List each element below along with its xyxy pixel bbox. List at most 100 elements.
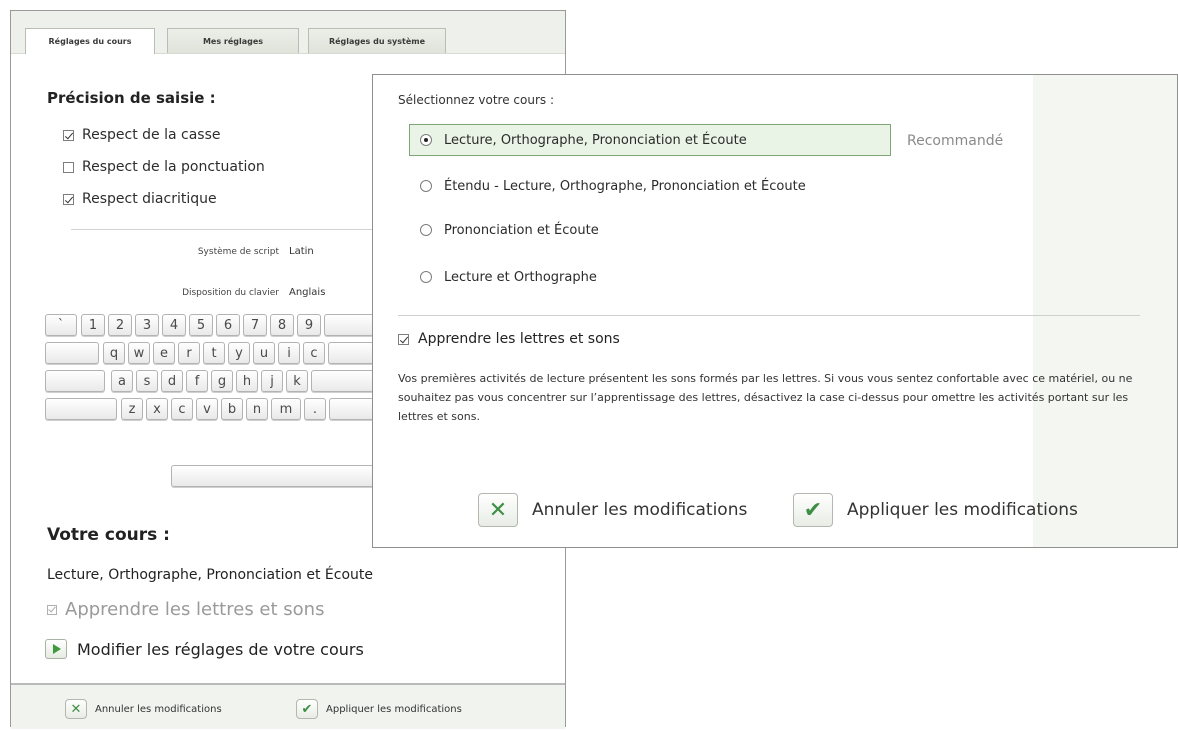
key[interactable]: 7 xyxy=(243,314,267,336)
recommended-badge: Recommandé xyxy=(907,133,1004,149)
key[interactable]: f xyxy=(186,370,208,392)
select-course-title: Sélectionnez votre cours : xyxy=(398,93,555,107)
option-punctuation[interactable]: Respect de la ponctuation xyxy=(63,157,265,177)
key[interactable]: r xyxy=(178,342,200,364)
back-footer: ✕ Annuler les modifications ✔ Appliquer … xyxy=(11,683,565,729)
option-punctuation-label: Respect de la ponctuation xyxy=(82,159,265,175)
modify-course-button[interactable]: Modifier les réglages de votre cours xyxy=(45,639,364,659)
checkmark-icon: ✔ xyxy=(793,493,833,527)
x-icon: ✕ xyxy=(65,699,87,719)
key[interactable]: t xyxy=(203,342,225,364)
apply-label: Appliquer les modifications xyxy=(326,703,462,715)
option-case[interactable]: Respect de la casse xyxy=(63,125,221,145)
modify-course-label: Modifier les réglages de votre cours xyxy=(77,639,364,659)
check-icon xyxy=(47,604,57,615)
key[interactable] xyxy=(329,398,374,420)
key[interactable]: g xyxy=(211,370,233,392)
option-diacritic-label: Respect diacritique xyxy=(82,191,217,207)
course-option-1[interactable]: Lecture, Orthographe, Prononciation et É… xyxy=(409,124,891,156)
course-option-label: Étendu - Lecture, Orthographe, Prononcia… xyxy=(444,178,806,194)
learn-letters-label: Apprendre les lettres et sons xyxy=(418,331,620,347)
key[interactable]: a xyxy=(111,370,133,392)
key[interactable]: z xyxy=(121,398,143,420)
key[interactable]: x xyxy=(146,398,168,420)
keyboard-layout-value[interactable]: Anglais xyxy=(289,287,325,298)
script-system-label: Système de script xyxy=(197,247,279,257)
key[interactable]: 2 xyxy=(108,314,132,336)
precision-title: Précision de saisie : xyxy=(47,89,216,107)
key[interactable] xyxy=(328,342,374,364)
cancel-label: Annuler les modifications xyxy=(532,500,748,520)
key[interactable]: j xyxy=(261,370,283,392)
key[interactable]: k xyxy=(286,370,308,392)
course-option-label: Lecture, Orthographe, Prononciation et É… xyxy=(444,132,747,148)
option-case-label: Respect de la casse xyxy=(82,127,221,143)
apply-button[interactable]: ✔ Appliquer les modifications xyxy=(793,493,1078,527)
key[interactable]: c xyxy=(171,398,193,420)
key[interactable]: q xyxy=(103,342,125,364)
key[interactable]: m xyxy=(271,398,301,420)
radio-icon[interactable] xyxy=(420,134,432,146)
key[interactable]: y xyxy=(228,342,250,364)
key[interactable]: d xyxy=(161,370,183,392)
key[interactable]: w xyxy=(128,342,150,364)
radio-icon[interactable] xyxy=(420,224,432,236)
divider xyxy=(71,229,391,230)
tab-my-settings[interactable]: Mes réglages xyxy=(167,28,299,53)
key[interactable]: h xyxy=(236,370,258,392)
current-course-name: Lecture, Orthographe, Prononciation et É… xyxy=(47,567,373,583)
your-course-title: Votre cours : xyxy=(47,525,170,545)
key[interactable] xyxy=(311,370,374,392)
background-panel xyxy=(1033,75,1177,547)
key[interactable]: s xyxy=(136,370,158,392)
script-system-value[interactable]: Latin xyxy=(289,246,314,257)
tab-course-settings[interactable]: Réglages du cours xyxy=(25,28,155,54)
checkmark-icon: ✔ xyxy=(296,699,318,719)
keyboard-layout-label: Disposition du clavier xyxy=(182,288,279,298)
key[interactable]: 9 xyxy=(297,314,321,336)
key[interactable]: n xyxy=(246,398,268,420)
radio-icon[interactable] xyxy=(420,180,432,192)
learn-letters-option[interactable]: Apprendre les lettres et sons xyxy=(398,331,620,347)
option-diacritic[interactable]: Respect diacritique xyxy=(63,189,217,209)
key[interactable]: 1 xyxy=(81,314,105,336)
check-icon[interactable] xyxy=(63,193,74,205)
key[interactable]: . xyxy=(304,398,326,420)
key[interactable]: 6 xyxy=(216,314,240,336)
key[interactable]: u xyxy=(253,342,275,364)
key[interactable]: 3 xyxy=(135,314,159,336)
key[interactable]: 8 xyxy=(270,314,294,336)
tabs-bar: Réglages du cours Mes réglages Réglages … xyxy=(11,11,565,54)
learn-letters-label: Apprendre les lettres et sons xyxy=(65,599,325,620)
course-option-4[interactable]: Lecture et Orthographe xyxy=(420,261,597,293)
key[interactable]: 4 xyxy=(162,314,186,336)
cancel-button[interactable]: ✕ Annuler les modifications xyxy=(65,699,222,719)
key[interactable]: ` xyxy=(45,314,77,336)
tab-key[interactable] xyxy=(45,342,99,364)
key[interactable]: 5 xyxy=(189,314,213,336)
caps-key[interactable] xyxy=(45,370,105,392)
apply-button[interactable]: ✔ Appliquer les modifications xyxy=(296,699,462,719)
spacebar-key[interactable] xyxy=(171,465,374,487)
check-icon[interactable] xyxy=(63,161,74,173)
key[interactable]: e xyxy=(153,342,175,364)
learn-letters-description: Vos premières activités de lecture prése… xyxy=(398,372,1133,423)
key[interactable]: b xyxy=(221,398,243,420)
key[interactable]: v xyxy=(196,398,218,420)
course-option-3[interactable]: Prononciation et Écoute xyxy=(420,214,599,246)
check-icon[interactable] xyxy=(63,129,74,141)
course-option-2[interactable]: Étendu - Lecture, Orthographe, Prononcia… xyxy=(420,170,806,202)
cancel-label: Annuler les modifications xyxy=(95,703,222,715)
course-option-label: Lecture et Orthographe xyxy=(444,269,597,285)
key[interactable] xyxy=(324,314,374,336)
key[interactable]: i xyxy=(278,342,300,364)
course-select-dialog: Sélectionnez votre cours : Lecture, Orth… xyxy=(372,74,1178,548)
learn-letters-disabled: Apprendre les lettres et sons xyxy=(47,599,324,620)
tab-system-settings[interactable]: Réglages du système xyxy=(308,28,446,53)
radio-icon[interactable] xyxy=(420,271,432,283)
cancel-button[interactable]: ✕ Annuler les modifications xyxy=(478,493,747,527)
play-icon xyxy=(45,639,67,659)
check-icon[interactable] xyxy=(398,333,409,345)
shift-key[interactable] xyxy=(45,398,117,420)
key[interactable]: c xyxy=(303,342,325,364)
